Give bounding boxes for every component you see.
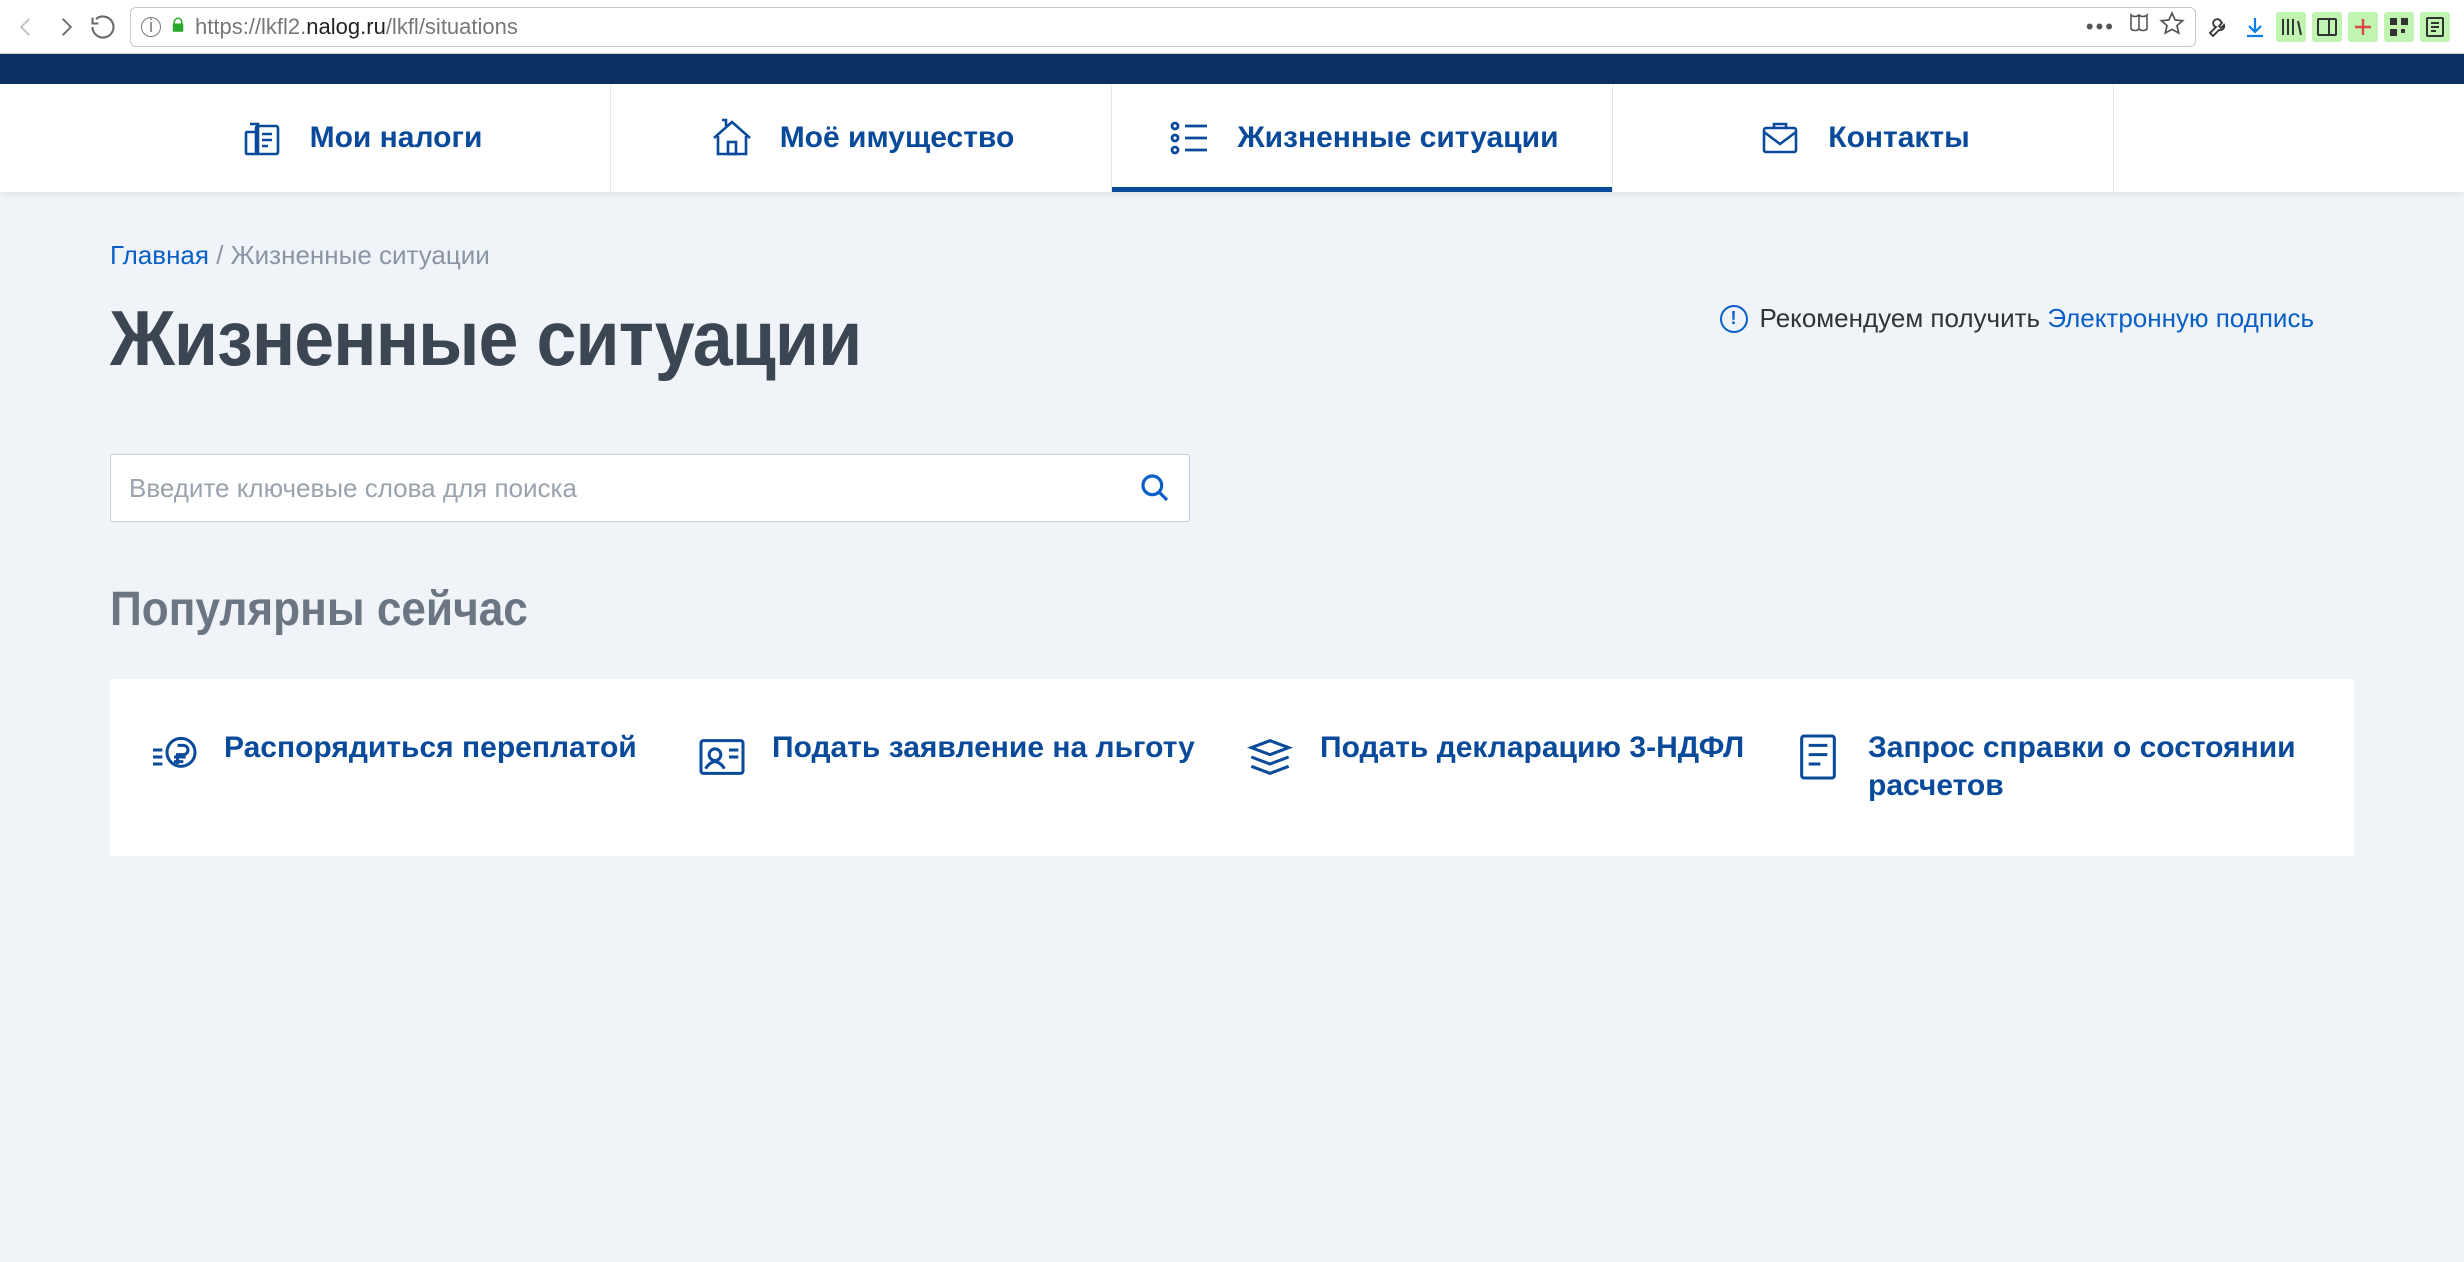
reload-button[interactable] [84, 8, 122, 46]
site-info-icon[interactable]: i [141, 17, 161, 37]
recommend-banner: ! Рекомендуем получить Электронную подпи… [1720, 303, 2315, 334]
card-title: Запрос справки о состоянии расчетов [1868, 729, 2318, 806]
documents-stack-icon [1242, 729, 1298, 785]
envelope-icon [1756, 114, 1804, 162]
id-card-icon [694, 729, 750, 785]
card-overpayment[interactable]: Распорядиться переплатой [146, 729, 674, 806]
card-title: Распорядиться переплатой [224, 729, 637, 767]
info-circle-icon: ! [1720, 305, 1748, 333]
breadcrumb: Главная / Жизненные ситуации [110, 240, 2354, 271]
taxes-icon [238, 114, 286, 162]
notes-icon[interactable] [2420, 12, 2450, 42]
card-statement-request[interactable]: Запрос справки о состоянии расчетов [1790, 729, 2318, 806]
search-input[interactable] [129, 473, 1139, 504]
search-icon[interactable] [1139, 472, 1171, 504]
wrench-icon[interactable] [2204, 12, 2234, 42]
nav-life-situations[interactable]: Жизненные ситуации [1112, 84, 1613, 192]
sidebar-icon[interactable] [2312, 12, 2342, 42]
reader-mode-icon[interactable] [2127, 12, 2151, 42]
popular-cards: Распорядиться переплатой Подать заявлени… [110, 679, 2354, 856]
nav-contacts[interactable]: Контакты [1613, 84, 2114, 192]
nav-label: Мои налоги [310, 121, 483, 155]
nav-label: Моё имущество [780, 121, 1015, 155]
digital-signature-link[interactable]: Электронную подпись [2047, 303, 2314, 333]
nav-label: Жизненные ситуации [1237, 121, 1558, 155]
lock-icon [169, 14, 187, 40]
ruble-coins-icon [146, 729, 202, 785]
bookmark-star-icon[interactable] [2159, 11, 2185, 43]
page-title: Жизненные ситуации [110, 293, 861, 384]
popular-heading: Популярны сейчас [110, 582, 2174, 637]
main-nav: Мои налоги Моё имущество Жизненные ситуа… [0, 84, 2464, 192]
browser-extensions [2204, 12, 2456, 42]
url-text: https://lkfl2.nalog.ru/lkfl/situations [195, 14, 2078, 40]
nav-label: Контакты [1828, 121, 1969, 155]
forward-button[interactable] [46, 8, 84, 46]
back-button[interactable] [8, 8, 46, 46]
document-lines-icon [1790, 729, 1846, 785]
url-bar[interactable]: i https://lkfl2.nalog.ru/lkfl/situations… [130, 7, 2196, 47]
download-icon[interactable] [2240, 12, 2270, 42]
breadcrumb-current: Жизненные ситуации [231, 240, 490, 270]
list-icon [1165, 114, 1213, 162]
card-title: Подать заявление на льготу [772, 729, 1195, 767]
page-actions-menu[interactable]: ••• [2086, 14, 2115, 40]
plus-cross-icon[interactable] [2348, 12, 2378, 42]
card-declaration-3ndfl[interactable]: Подать декларацию 3-НДФЛ [1242, 729, 1770, 806]
library-icon[interactable] [2276, 12, 2306, 42]
house-icon [708, 114, 756, 162]
top-band [0, 54, 2464, 84]
card-benefit-application[interactable]: Подать заявление на льготу [694, 729, 1222, 806]
nav-my-taxes[interactable]: Мои налоги [110, 84, 611, 192]
search-box[interactable] [110, 454, 1190, 522]
nav-my-property[interactable]: Моё имущество [611, 84, 1112, 192]
apps-grid-icon[interactable] [2384, 12, 2414, 42]
browser-toolbar: i https://lkfl2.nalog.ru/lkfl/situations… [0, 0, 2464, 54]
breadcrumb-home[interactable]: Главная [110, 240, 209, 270]
card-title: Подать декларацию 3-НДФЛ [1320, 729, 1744, 767]
